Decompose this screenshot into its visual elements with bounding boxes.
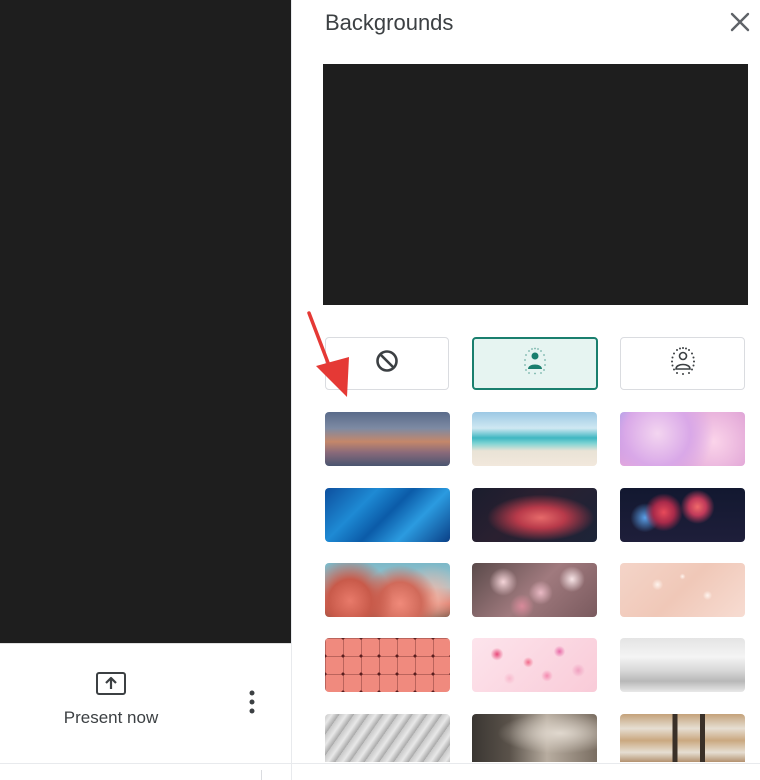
- background-pink-pattern[interactable]: [325, 638, 450, 692]
- blur-button[interactable]: [620, 337, 745, 390]
- background-beach[interactable]: [472, 412, 597, 466]
- background-fireworks[interactable]: [620, 488, 745, 542]
- close-icon: [730, 12, 750, 37]
- background-loft-room[interactable]: [472, 714, 597, 762]
- panel-title: Backgrounds: [325, 10, 454, 35]
- more-options-button[interactable]: [238, 688, 266, 720]
- background-preview: [323, 64, 748, 305]
- present-screen-icon: [95, 668, 127, 700]
- block-icon: [374, 348, 400, 379]
- close-button[interactable]: [726, 10, 754, 38]
- person-blur-strong-icon: [667, 345, 699, 382]
- bottom-divider: [0, 763, 760, 764]
- background-red-nebula[interactable]: [472, 488, 597, 542]
- backgrounds-panel: Backgrounds: [292, 0, 760, 780]
- self-video-tile: [0, 0, 291, 643]
- background-white-office[interactable]: [620, 638, 745, 692]
- background-sunset-gradient[interactable]: [325, 412, 450, 466]
- bottom-separator: [261, 770, 262, 780]
- background-bookshelf[interactable]: [620, 714, 745, 762]
- person-blur-light-icon: [519, 345, 551, 382]
- background-pink-blossom-sky[interactable]: [325, 563, 450, 617]
- call-controls: Present now: [0, 643, 291, 780]
- slightly-blur-button[interactable]: [472, 337, 598, 390]
- background-peach-sparkle[interactable]: [620, 563, 745, 617]
- present-now-button[interactable]: Present now: [50, 668, 172, 736]
- more-vert-icon: [249, 690, 255, 719]
- background-confetti[interactable]: [472, 638, 597, 692]
- background-blue-glass[interactable]: [325, 488, 450, 542]
- red-arrow-annotation: [307, 311, 349, 397]
- background-flower-field[interactable]: [472, 563, 597, 617]
- present-now-label: Present now: [63, 708, 159, 727]
- background-greyscale-room[interactable]: [325, 714, 450, 762]
- background-pink-clouds[interactable]: [620, 412, 745, 466]
